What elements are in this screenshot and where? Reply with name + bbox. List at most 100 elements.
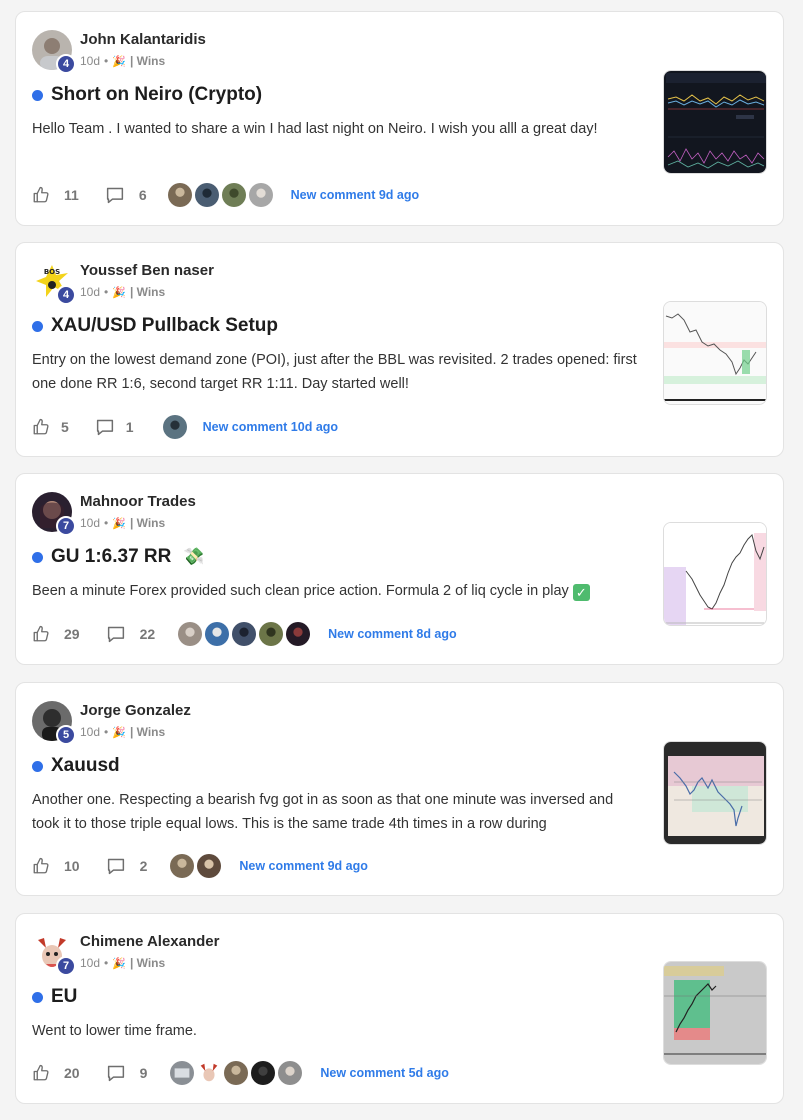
commenter-avatars[interactable] — [169, 853, 223, 879]
comment-bubble-icon — [107, 1065, 124, 1082]
commenter-avatar[interactable] — [169, 853, 196, 879]
post-title-row[interactable]: GU 1:6.37 RR 💸 — [32, 546, 205, 568]
post-actions: 29 22 New comment 8d ago — [32, 621, 457, 647]
new-comment-link[interactable]: New comment 9d ago — [291, 188, 420, 202]
commenter-avatars[interactable] — [161, 414, 189, 440]
author-name[interactable]: Jorge Gonzalez — [80, 702, 191, 719]
comment-button[interactable]: 6 — [105, 186, 147, 204]
commenter-avatar[interactable] — [204, 621, 231, 647]
comment-button[interactable]: 9 — [106, 1064, 147, 1082]
commenter-avatar[interactable] — [193, 182, 220, 208]
post-category[interactable]: | Wins — [130, 956, 165, 970]
post-time: 10d — [80, 285, 101, 299]
commenter-avatar[interactable] — [161, 414, 188, 440]
post-meta: 10d • 🎉 | Wins — [80, 516, 165, 530]
new-comment-link[interactable]: New comment 5d ago — [320, 1066, 449, 1080]
like-button[interactable]: 5 — [32, 418, 69, 436]
post-title[interactable]: EU — [51, 986, 77, 1008]
like-button[interactable]: 10 — [32, 857, 80, 875]
commenter-avatars[interactable] — [177, 621, 312, 647]
commenter-avatar[interactable] — [231, 621, 258, 647]
commenter-avatar[interactable] — [169, 1060, 196, 1086]
author-avatar[interactable]: 7 — [32, 932, 76, 976]
commenter-avatar[interactable] — [277, 1060, 304, 1086]
like-button[interactable]: 11 — [32, 186, 79, 204]
author-avatar[interactable]: 4 — [32, 30, 76, 74]
author-name[interactable]: Youssef Ben naser — [80, 262, 214, 279]
post-body-text: Been a minute Forex provided such clean … — [32, 583, 569, 599]
like-count: 29 — [64, 626, 80, 642]
party-popper-icon: 🎉 — [112, 286, 126, 299]
post-title[interactable]: XAU/USD Pullback Setup — [51, 315, 278, 337]
post-card[interactable]: 5 Jorge Gonzalez 10d • 🎉 | Wins Xauusd A… — [15, 682, 784, 896]
commenter-avatar[interactable] — [258, 621, 285, 647]
post-actions: 11 6 New comment 9d ago — [32, 182, 419, 208]
commenter-avatar[interactable] — [223, 1060, 250, 1086]
author-avatar[interactable]: 7 — [32, 492, 76, 536]
post-title[interactable]: Short on Neiro (Crypto) — [51, 84, 262, 106]
post-title[interactable]: Xauusd — [51, 755, 120, 777]
author-name[interactable]: Chimene Alexander — [80, 933, 220, 950]
unread-dot-icon — [32, 991, 43, 1003]
commenter-avatar[interactable] — [166, 182, 193, 208]
check-mark-icon: ✓ — [572, 584, 590, 601]
comment-bubble-icon — [107, 858, 124, 875]
post-card[interactable]: 4 John Kalantaridis 10d • 🎉 | Wins Short… — [15, 11, 784, 226]
author-avatar[interactable]: 5 — [32, 701, 76, 745]
meta-separator: • — [104, 54, 109, 68]
commenter-avatar[interactable] — [196, 1060, 223, 1086]
post-title-row[interactable]: Short on Neiro (Crypto) — [32, 84, 262, 106]
post-card[interactable]: 7 Chimene Alexander 10d • 🎉 | Wins EU We… — [15, 913, 784, 1104]
svg-text:BOS: BOS — [44, 268, 60, 276]
commenter-avatar[interactable] — [177, 621, 204, 647]
comment-button[interactable]: 2 — [106, 857, 147, 875]
post-body: Another one. Respecting a bearish fvg go… — [32, 792, 614, 832]
post-actions: 10 2 New comment 9d ago — [32, 853, 368, 879]
post-card[interactable]: BOS 4 Youssef Ben naser 10d • 🎉 | Wins X… — [15, 242, 784, 457]
comment-button[interactable]: 1 — [95, 418, 134, 436]
unread-dot-icon — [32, 89, 43, 101]
commenter-avatar[interactable] — [220, 182, 247, 208]
commenter-avatar[interactable] — [247, 182, 274, 208]
post-category[interactable]: | Wins — [130, 285, 165, 299]
thumbs-up-icon — [33, 418, 49, 435]
commenter-avatars[interactable] — [169, 1060, 304, 1086]
post-title-row[interactable]: Xauusd — [32, 755, 120, 777]
new-comment-link[interactable]: New comment 9d ago — [239, 859, 368, 873]
post-category[interactable]: | Wins — [130, 725, 165, 739]
post-thumbnail[interactable] — [663, 961, 767, 1065]
post-thumbnail[interactable] — [663, 522, 767, 626]
commenter-avatar[interactable] — [285, 621, 312, 647]
unread-dot-icon — [32, 551, 43, 563]
author-name[interactable]: John Kalantaridis — [80, 31, 206, 48]
post-title[interactable]: GU 1:6.37 RR — [51, 546, 171, 568]
comment-count: 22 — [139, 626, 156, 642]
comment-bubble-icon — [96, 419, 113, 436]
post-thumbnail[interactable] — [663, 301, 767, 405]
post-title-row[interactable]: XAU/USD Pullback Setup — [32, 315, 278, 337]
commenter-avatar[interactable] — [196, 853, 223, 879]
post-card[interactable]: 7 Mahnoor Trades 10d • 🎉 | Wins GU 1:6.3… — [15, 473, 784, 665]
like-count: 11 — [64, 187, 79, 203]
post-body: Entry on the lowest demand zone (POI), j… — [32, 352, 637, 392]
new-comment-link[interactable]: New comment 8d ago — [328, 627, 457, 641]
post-meta: 10d • 🎉 | Wins — [80, 285, 165, 299]
level-badge: 7 — [56, 516, 76, 536]
post-thumbnail[interactable] — [663, 70, 767, 174]
commenter-avatars[interactable] — [166, 182, 275, 208]
author-name[interactable]: Mahnoor Trades — [80, 493, 196, 510]
author-avatar[interactable]: BOS 4 — [32, 261, 76, 305]
post-category[interactable]: | Wins — [130, 516, 165, 530]
commenter-avatar[interactable] — [250, 1060, 277, 1086]
like-button[interactable]: 20 — [32, 1064, 80, 1082]
post-title-row[interactable]: EU — [32, 986, 77, 1008]
party-popper-icon: 🎉 — [112, 517, 126, 530]
party-popper-icon: 🎉 — [112, 55, 126, 68]
party-popper-icon: 🎉 — [112, 726, 126, 739]
new-comment-link[interactable]: New comment 10d ago — [203, 420, 338, 434]
post-thumbnail[interactable] — [663, 741, 767, 845]
post-category[interactable]: | Wins — [130, 54, 165, 68]
comment-button[interactable]: 22 — [106, 625, 156, 643]
unread-dot-icon — [32, 760, 43, 772]
like-button[interactable]: 29 — [32, 625, 80, 643]
